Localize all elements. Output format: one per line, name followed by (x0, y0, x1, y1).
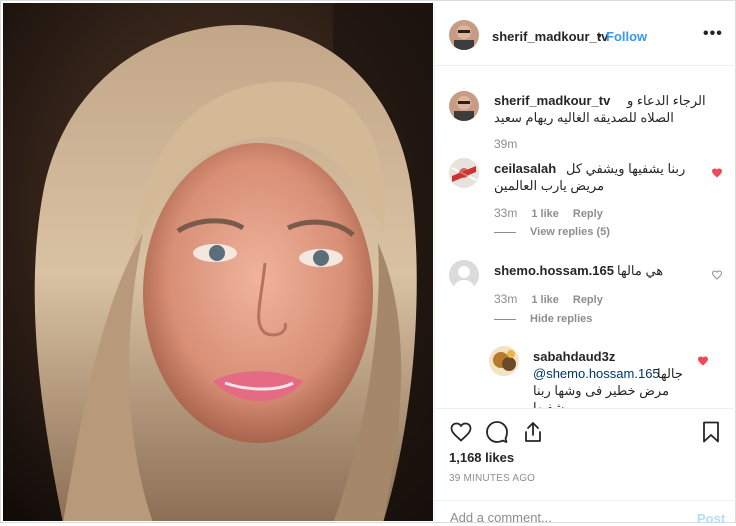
hide-replies-button[interactable]: Hide replies (494, 313, 592, 325)
avatar[interactable] (489, 346, 519, 376)
comment-icon[interactable] (485, 420, 509, 444)
post-dialog: sherif_madkour_tv • Follow ••• sherif_ma… (0, 0, 736, 526)
share-icon[interactable] (521, 420, 545, 444)
post-actions: 1,168 likes 39 MINUTES AGO Post (435, 408, 736, 526)
more-icon[interactable]: ••• (703, 25, 723, 43)
comment-username[interactable]: shemo.hossam.165 (494, 263, 614, 278)
bookmark-icon[interactable] (699, 420, 723, 444)
comment-text: الرجاء الدعاء و (627, 93, 706, 108)
caption: sherif_madkour_tv الرجاء الدعاء و الصلاه… (449, 91, 729, 151)
avatar[interactable] (449, 260, 479, 290)
comment-username[interactable]: ceilasalah (494, 161, 556, 176)
comment-username[interactable]: sabahdaud3z (533, 349, 615, 364)
reply: sabahdaud3z @shemo.hossam.165 جالها مرض … (489, 346, 729, 408)
comment-meta: 39m (494, 137, 531, 151)
likes-count[interactable]: 1 like (531, 294, 559, 306)
heart-icon[interactable] (711, 167, 723, 179)
comment-text: جالها (657, 366, 683, 381)
follow-button[interactable]: Follow (606, 29, 647, 44)
comment-text: مريض يارب العالمين (494, 178, 605, 193)
heart-icon[interactable] (449, 420, 473, 444)
comment-time: 39m (494, 137, 518, 151)
hide-replies-label: Hide replies (530, 313, 593, 325)
divider (494, 231, 516, 233)
add-comment-bar: Post (435, 500, 736, 526)
view-replies-label: View replies (5) (530, 226, 610, 238)
heart-icon[interactable] (711, 269, 723, 281)
comment-text: مرض خطير فى وشها ربنا (533, 383, 670, 398)
comment-meta: 33m 1 like Reply (494, 206, 617, 220)
avatar[interactable] (449, 20, 479, 50)
comment-text: يشفيها (533, 400, 569, 408)
avatar[interactable] (449, 158, 479, 188)
comment-input[interactable] (448, 509, 682, 526)
mention-link[interactable]: @shemo.hossam.165 (533, 365, 660, 382)
post-header: sherif_madkour_tv • Follow ••• (435, 3, 736, 66)
avatar[interactable] (449, 91, 479, 121)
post-author[interactable]: sherif_madkour_tv (492, 29, 608, 44)
comment-time: 33m (494, 292, 518, 306)
comment-text: هي مالها (617, 263, 664, 278)
portrait-image (3, 3, 433, 521)
post-time[interactable]: 39 MINUTES AGO (449, 473, 535, 484)
comment-time: 33m (494, 206, 518, 220)
post-photo[interactable] (3, 3, 433, 521)
comment: ceilasalah ربنا يشفيها ويشفي كل مريض يار… (449, 158, 729, 243)
comment-text: ربنا يشفيها ويشفي كل (566, 161, 686, 176)
comment-username[interactable]: sherif_madkour_tv (494, 93, 610, 108)
separator-dot: • (597, 28, 602, 43)
view-replies-button[interactable]: View replies (5) (494, 226, 610, 238)
comment-meta: 33m 1 like Reply (494, 292, 617, 306)
comments-list[interactable]: sherif_madkour_tv الرجاء الدعاء و الصلاه… (435, 66, 736, 408)
divider (494, 318, 516, 320)
side-panel: sherif_madkour_tv • Follow ••• sherif_ma… (434, 3, 736, 526)
heart-icon[interactable] (697, 355, 709, 367)
likes-count[interactable]: 1 like (531, 208, 559, 220)
likes-count[interactable]: 1,168 likes (449, 450, 514, 465)
reply-button[interactable]: Reply (573, 294, 603, 306)
post-button[interactable]: Post (697, 511, 725, 526)
comment: shemo.hossam.165 هي مالها 33m 1 like Reply… (449, 260, 729, 330)
comment-text: الصلاه للصديقه الغاليه ريهام سعيد (494, 110, 674, 125)
reply-button[interactable]: Reply (573, 208, 603, 220)
